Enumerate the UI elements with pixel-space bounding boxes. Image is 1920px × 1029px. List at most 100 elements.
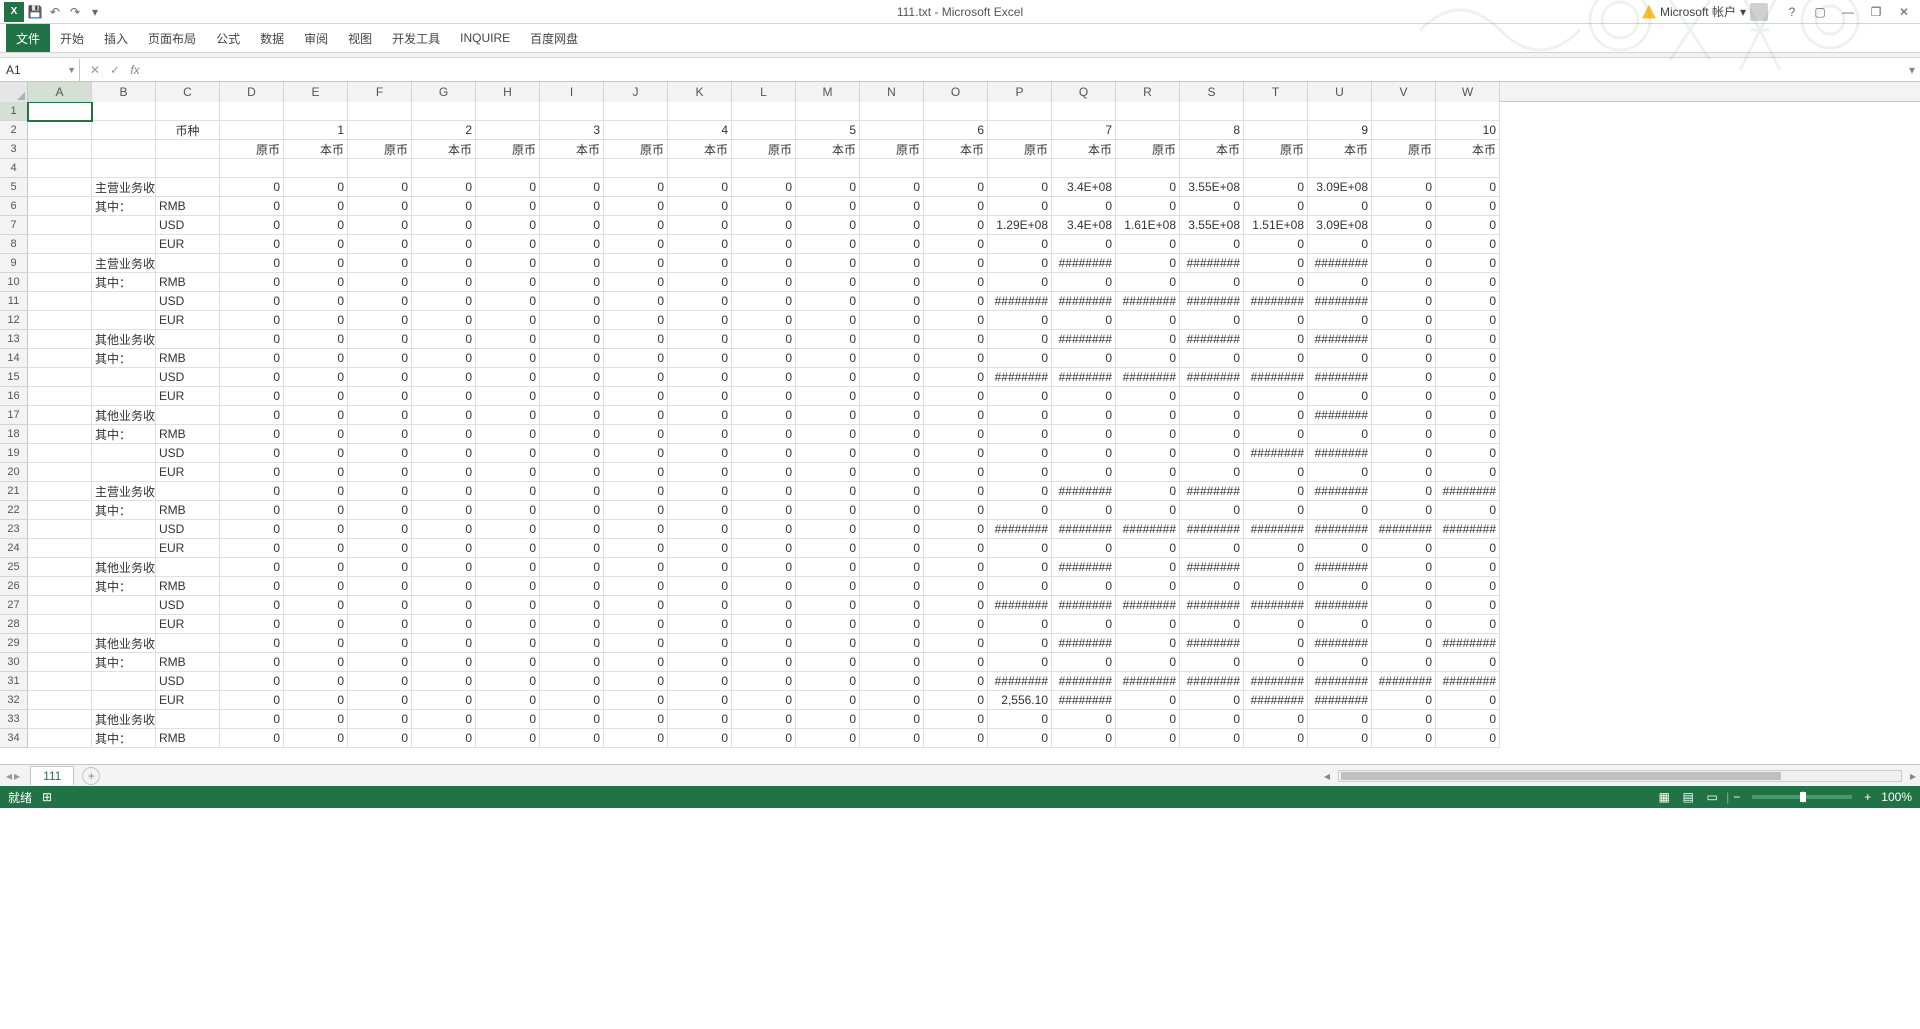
cell-I32[interactable]: 0 (540, 691, 604, 710)
cell-V8[interactable]: 0 (1372, 235, 1436, 254)
cell-L17[interactable]: 0 (732, 406, 796, 425)
cell-F12[interactable]: 0 (348, 311, 412, 330)
row-header-21[interactable]: 21 (0, 482, 28, 501)
cell-T21[interactable]: 0 (1244, 482, 1308, 501)
sheet-prev-icon[interactable]: ◂ (6, 769, 12, 783)
cell-R28[interactable]: 0 (1116, 615, 1180, 634)
cell-V6[interactable]: 0 (1372, 197, 1436, 216)
confirm-formula-icon[interactable]: ✓ (106, 61, 124, 79)
cell-M32[interactable]: 0 (796, 691, 860, 710)
cell-T20[interactable]: 0 (1244, 463, 1308, 482)
cell-J7[interactable]: 0 (604, 216, 668, 235)
add-sheet-button[interactable]: + (82, 767, 100, 785)
cell-I28[interactable]: 0 (540, 615, 604, 634)
zoom-slider-thumb[interactable] (1800, 792, 1806, 802)
cell-S5[interactable]: 3.55E+08 (1180, 178, 1244, 197)
cell-J32[interactable]: 0 (604, 691, 668, 710)
cell-G11[interactable]: 0 (412, 292, 476, 311)
cell-R13[interactable]: 0 (1116, 330, 1180, 349)
cell-F30[interactable]: 0 (348, 653, 412, 672)
cell-P27[interactable]: ######## (988, 596, 1052, 615)
cell-P17[interactable]: 0 (988, 406, 1052, 425)
cell-G32[interactable]: 0 (412, 691, 476, 710)
cell-O30[interactable]: 0 (924, 653, 988, 672)
cell-U10[interactable]: 0 (1308, 273, 1372, 292)
cell-A29[interactable] (28, 634, 92, 653)
cell-T10[interactable]: 0 (1244, 273, 1308, 292)
cell-G31[interactable]: 0 (412, 672, 476, 691)
sheet-next-icon[interactable]: ▸ (14, 769, 20, 783)
cell-L18[interactable]: 0 (732, 425, 796, 444)
column-header-D[interactable]: D (220, 82, 284, 102)
cell-I3[interactable]: 本币 (540, 140, 604, 159)
cell-F1[interactable] (348, 102, 412, 121)
cell-L5[interactable]: 0 (732, 178, 796, 197)
cell-I5[interactable]: 0 (540, 178, 604, 197)
cell-Q18[interactable]: 0 (1052, 425, 1116, 444)
cell-K31[interactable]: 0 (668, 672, 732, 691)
zoom-in-button[interactable]: + (1864, 790, 1871, 804)
cell-Q33[interactable]: 0 (1052, 710, 1116, 729)
column-header-I[interactable]: I (540, 82, 604, 102)
cell-B12[interactable] (92, 311, 156, 330)
cell-T5[interactable]: 0 (1244, 178, 1308, 197)
column-header-E[interactable]: E (284, 82, 348, 102)
row-header-1[interactable]: 1 (0, 102, 28, 121)
cell-G33[interactable]: 0 (412, 710, 476, 729)
cell-P33[interactable]: 0 (988, 710, 1052, 729)
row-header-20[interactable]: 20 (0, 463, 28, 482)
cell-K34[interactable]: 0 (668, 729, 732, 748)
cell-C30[interactable]: RMB (156, 653, 220, 672)
cell-W16[interactable]: 0 (1436, 387, 1500, 406)
cell-S15[interactable]: ######## (1180, 368, 1244, 387)
cell-T7[interactable]: 1.51E+08 (1244, 216, 1308, 235)
cell-N20[interactable]: 0 (860, 463, 924, 482)
cell-W31[interactable]: ######## (1436, 672, 1500, 691)
cell-W34[interactable]: 0 (1436, 729, 1500, 748)
cell-F3[interactable]: 原币 (348, 140, 412, 159)
cell-E16[interactable]: 0 (284, 387, 348, 406)
cell-V26[interactable]: 0 (1372, 577, 1436, 596)
cell-U23[interactable]: ######## (1308, 520, 1372, 539)
cell-O32[interactable]: 0 (924, 691, 988, 710)
cell-E32[interactable]: 0 (284, 691, 348, 710)
cell-I9[interactable]: 0 (540, 254, 604, 273)
cell-V22[interactable]: 0 (1372, 501, 1436, 520)
cell-I11[interactable]: 0 (540, 292, 604, 311)
cell-P11[interactable]: ######## (988, 292, 1052, 311)
cell-A30[interactable] (28, 653, 92, 672)
cell-F27[interactable]: 0 (348, 596, 412, 615)
cell-D28[interactable]: 0 (220, 615, 284, 634)
cell-T12[interactable]: 0 (1244, 311, 1308, 330)
cell-M19[interactable]: 0 (796, 444, 860, 463)
cell-O25[interactable]: 0 (924, 558, 988, 577)
cell-F19[interactable]: 0 (348, 444, 412, 463)
cell-W1[interactable] (1436, 102, 1500, 121)
cell-M10[interactable]: 0 (796, 273, 860, 292)
save-icon[interactable]: 💾 (26, 3, 44, 21)
cell-O3[interactable]: 本币 (924, 140, 988, 159)
column-header-P[interactable]: P (988, 82, 1052, 102)
cell-L9[interactable]: 0 (732, 254, 796, 273)
cell-A5[interactable] (28, 178, 92, 197)
ribbon-tab-2[interactable]: 插入 (94, 24, 138, 52)
column-header-T[interactable]: T (1244, 82, 1308, 102)
ribbon-tab-7[interactable]: 视图 (338, 24, 382, 52)
cell-S11[interactable]: ######## (1180, 292, 1244, 311)
cell-E14[interactable]: 0 (284, 349, 348, 368)
cell-U7[interactable]: 3.09E+08 (1308, 216, 1372, 235)
cell-Q34[interactable]: 0 (1052, 729, 1116, 748)
cell-U12[interactable]: 0 (1308, 311, 1372, 330)
cell-L31[interactable]: 0 (732, 672, 796, 691)
cell-W11[interactable]: 0 (1436, 292, 1500, 311)
cell-V19[interactable]: 0 (1372, 444, 1436, 463)
cell-U1[interactable] (1308, 102, 1372, 121)
cell-R14[interactable]: 0 (1116, 349, 1180, 368)
cell-M22[interactable]: 0 (796, 501, 860, 520)
cell-U25[interactable]: ######## (1308, 558, 1372, 577)
cell-R3[interactable]: 原币 (1116, 140, 1180, 159)
cell-W17[interactable]: 0 (1436, 406, 1500, 425)
cell-U24[interactable]: 0 (1308, 539, 1372, 558)
cell-R29[interactable]: 0 (1116, 634, 1180, 653)
cell-D20[interactable]: 0 (220, 463, 284, 482)
